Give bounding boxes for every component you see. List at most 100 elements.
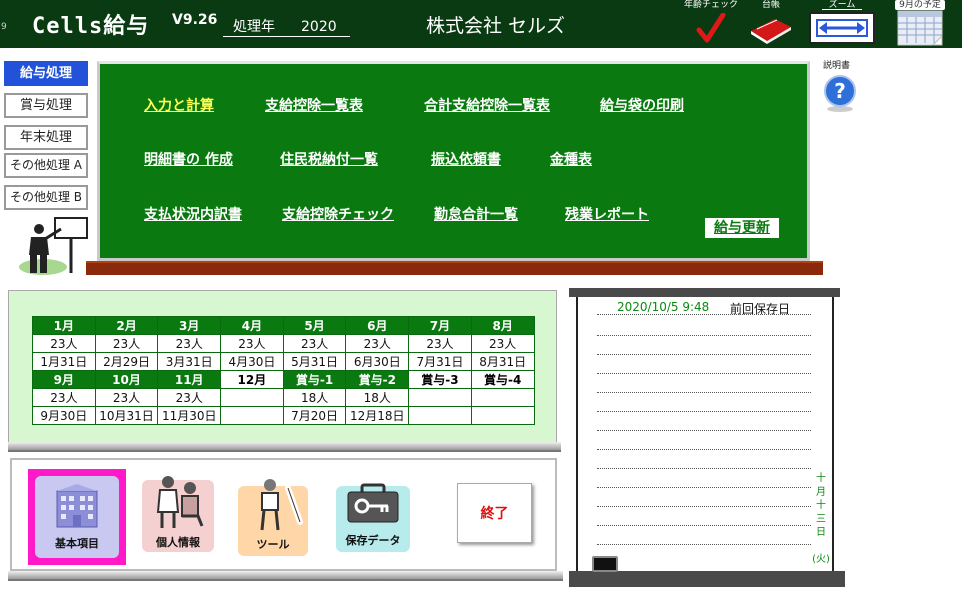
menu-payment-deduction-check[interactable]: 支給控除チェック [282,204,394,224]
presenter-icon [19,217,88,275]
memo-line [597,487,811,488]
app-title: Cells給与 [32,14,150,39]
age-check-tool[interactable]: 年齢チェック [683,0,739,48]
memo-vertical-date: 十 月 十 三 日 (火) [810,472,832,566]
month-cell[interactable]: 2月 [94,316,159,335]
vdate-char: 日 [816,527,826,538]
zoom-tool[interactable]: ズーム [807,0,877,44]
sidebar-item-other-b[interactable]: その他処理 B [4,185,88,210]
year-label-text: 処理年 [233,19,275,35]
date-cell [470,406,535,425]
menu-statement-create[interactable]: 明細書の 作成 [144,149,233,169]
vdate-char: 十 [816,500,826,511]
month-cell[interactable]: 10月 [94,370,159,389]
month-cell[interactable]: 12月 [220,370,284,389]
memo-knob[interactable] [592,556,618,572]
month-cell[interactable]: 11月 [157,370,222,389]
menu-input-calc[interactable]: 入力と計算 [144,95,214,115]
date-cell: 5月31日 [282,352,347,371]
vdate-char [810,540,832,553]
count-cell: 23人 [282,334,347,353]
zoom-arrows-icon [809,12,875,44]
count-cell: 23人 [94,388,159,407]
bonus-cell[interactable]: 賞与-1 [282,370,347,389]
app-header: 9 Cells給与 V9.26 処理年 2020 株式会社 セルズ 年齢チェック … [0,0,962,48]
month-cell[interactable]: 6月 [345,316,410,335]
month-cell[interactable]: 7月 [408,316,472,335]
processing-year: 処理年 2020 [223,16,350,37]
year-value: 2020 [301,19,337,35]
payroll-update-button[interactable]: 給与更新 [705,218,779,238]
exit-button[interactable]: 終了 [457,483,532,543]
count-cell [470,388,535,407]
help-question-icon[interactable]: ? [824,73,856,113]
menu-overtime-report[interactable]: 残業レポート [565,204,649,224]
bonus-cell[interactable]: 賞与-3 [408,370,472,389]
menu-transfer-request[interactable]: 振込依頼書 [431,149,501,169]
count-cell: 23人 [220,334,284,353]
count-cell [408,388,472,407]
corner-number: 9 [1,22,7,32]
personal-info-button[interactable]: 個人情報 [140,472,216,554]
date-cell: 7月31日 [408,352,472,371]
date-cell [408,406,472,425]
menu-denomination-table[interactable]: 金種表 [550,149,592,169]
date-cell: 11月30日 [157,406,222,425]
date-cell: 6月30日 [345,352,410,371]
help-label: 説明書 [823,61,851,71]
saved-data-button[interactable]: 保存データ [334,480,412,552]
basic-items-button[interactable]: 基本項目 [28,469,126,565]
menu-resident-tax-list[interactable]: 住民税納付一覧 [280,149,378,169]
menu-payment-breakdown[interactable]: 支払状況内訳書 [144,204,242,224]
sidebar-item-payroll[interactable]: 給与処理 [4,61,88,86]
count-cell: 23人 [94,334,159,353]
schedule-tool[interactable]: 9月の予定 [892,0,948,49]
people-icon [156,476,204,528]
board-ledge [86,261,823,275]
basic-items-label: 基本項目 [55,537,99,550]
tools-button[interactable]: ツール [236,476,310,556]
count-cell: 23人 [345,334,410,353]
sidebar-item-other-a[interactable]: その他処理 A [4,153,88,178]
memo-line [597,430,811,431]
ledger-book-icon [751,19,791,44]
ledger-tool[interactable]: 台帳 [748,0,794,48]
memo-line [597,506,811,507]
calendar-icon [897,10,943,46]
menu-pay-envelope-print[interactable]: 給与袋の印刷 [600,95,684,115]
month-cell[interactable]: 4月 [220,316,284,335]
menu-payment-deduction-list[interactable]: 支給控除一覧表 [265,95,363,115]
vdate-char: 三 [816,513,826,525]
month-cell[interactable]: 9月 [32,370,96,389]
personal-info-label: 個人情報 [156,536,200,549]
month-cell[interactable]: 3月 [157,316,222,335]
memo-line [597,314,811,315]
month-cell[interactable]: 1月 [32,316,96,335]
memo-line [597,373,811,374]
date-cell: 7月20日 [282,406,347,425]
memo-line [597,449,811,450]
memo-line [597,392,811,393]
check-icon [696,12,726,43]
count-cell: 23人 [470,334,535,353]
sidebar-item-year-end[interactable]: 年末処理 [4,125,88,150]
memo-line [597,411,811,412]
ledger-label: 台帳 [761,0,780,10]
date-cell [220,406,284,425]
bonus-cell[interactable]: 賞与-2 [345,370,410,389]
menu-attendance-total[interactable]: 勤怠合計一覧 [434,204,518,224]
tools-icon [260,479,303,531]
date-cell: 4月30日 [220,352,284,371]
count-cell: 23人 [157,334,222,353]
bonus-cell[interactable]: 賞与-4 [470,370,535,389]
menu-total-payment-deduction-list[interactable]: 合計支給控除一覧表 [424,95,550,115]
saved-data-label: 保存データ [345,534,401,547]
memo-line [597,544,811,545]
month-cell[interactable]: 8月 [470,316,535,335]
memo-pad[interactable] [576,297,834,573]
age-check-label: 年齢チェック [683,0,738,10]
date-cell: 2月29日 [94,352,159,371]
month-cell[interactable]: 5月 [282,316,347,335]
bottom-shelf [8,571,563,581]
sidebar-item-bonus[interactable]: 賞与処理 [4,93,88,118]
